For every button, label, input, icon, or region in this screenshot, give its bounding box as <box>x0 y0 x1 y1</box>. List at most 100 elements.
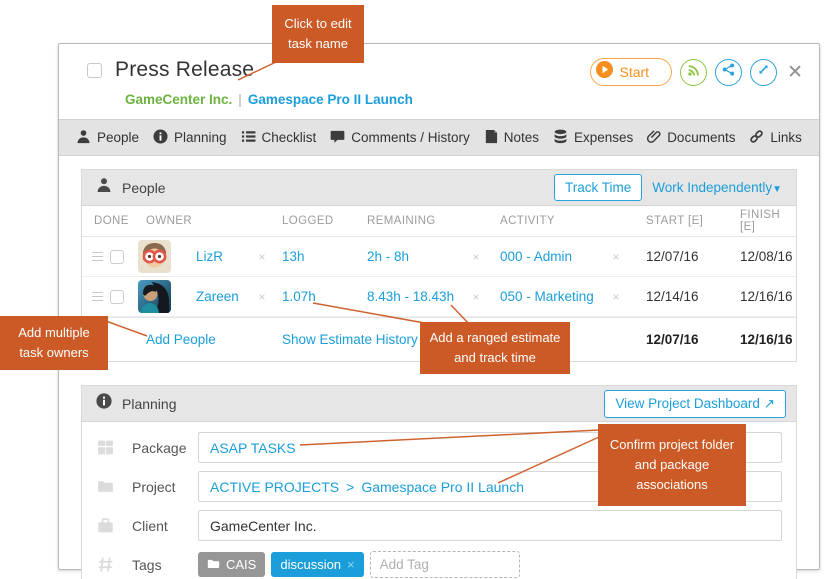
tags-field-row: Tags CAIS discussion × <box>92 549 782 579</box>
remaining-link[interactable]: 8.43h - 18.43h <box>367 289 454 304</box>
package-label: Package <box>118 440 198 456</box>
tag-discussion[interactable]: discussion × <box>271 552 363 577</box>
track-time-button[interactable]: Track Time <box>554 174 642 201</box>
breadcrumb-client-link[interactable]: GameCenter Inc. <box>125 92 232 107</box>
link-icon <box>749 129 764 147</box>
start-date[interactable]: 12/14/16 <box>628 289 714 304</box>
project-label: Project <box>118 479 198 495</box>
show-estimate-history-link[interactable]: Show Estimate History <box>282 332 418 347</box>
folder-icon <box>92 478 118 495</box>
tab-notes[interactable]: Notes <box>484 129 539 147</box>
finish-date[interactable]: 12/08/16 <box>714 249 796 264</box>
add-people-link[interactable]: Add People <box>146 332 216 347</box>
project-folder-link[interactable]: ACTIVE PROJECTS <box>210 479 339 495</box>
view-project-dashboard-button[interactable]: View Project Dashboard ↗ <box>604 390 786 418</box>
activity-link[interactable]: 000 - Admin <box>500 249 572 264</box>
col-activity: ACTIVITY <box>488 215 604 227</box>
avatar <box>138 240 171 273</box>
avatar <box>138 280 171 313</box>
callout-add-task-owners: Add multiple task owners <box>0 316 108 370</box>
tab-expenses[interactable]: Expenses <box>553 129 633 147</box>
rss-icon <box>687 63 701 82</box>
col-logged: LOGGED <box>274 215 354 227</box>
col-finish: FINISH [E] <box>714 209 796 233</box>
remove-estimate-icon[interactable]: × <box>464 290 488 304</box>
tab-links[interactable]: Links <box>749 129 802 147</box>
callout-confirm-project: Confirm project folder and package assoc… <box>598 424 746 506</box>
client-field-row: Client GameCenter Inc. <box>92 510 782 541</box>
remove-owner-icon[interactable]: × <box>250 290 274 304</box>
logged-link[interactable]: 13h <box>282 249 305 264</box>
work-mode-dropdown[interactable]: Work Independently▼ <box>652 180 786 195</box>
activity-link[interactable]: 050 - Marketing <box>500 289 594 304</box>
people-panel-title: People <box>122 180 166 196</box>
drag-handle-icon[interactable] <box>92 292 103 302</box>
tab-comments-history[interactable]: Comments / History <box>330 129 470 147</box>
tags-label: Tags <box>118 557 198 573</box>
play-icon <box>596 61 613 83</box>
external-link-icon: ↗ <box>764 396 775 411</box>
col-remaining: REMAINING <box>354 215 464 227</box>
tab-checklist[interactable]: Checklist <box>241 129 317 147</box>
remove-activity-icon[interactable]: × <box>604 290 628 304</box>
tab-documents[interactable]: Documents <box>647 129 735 147</box>
subscribe-button[interactable] <box>680 59 707 86</box>
tab-people[interactable]: People <box>76 129 139 147</box>
share-icon <box>722 63 735 81</box>
project-name-link[interactable]: Gamespace Pro II Launch <box>361 479 524 495</box>
checklist-icon <box>241 129 256 147</box>
paperclip-icon <box>647 129 661 147</box>
callout-edit-task-name: Click to edit task name <box>272 5 364 63</box>
task-title[interactable]: Press Release <box>115 58 254 82</box>
owner-link[interactable]: LizR <box>196 249 223 264</box>
total-finish-date: 12/16/16 <box>714 332 796 347</box>
remove-activity-icon[interactable]: × <box>604 250 628 264</box>
start-date[interactable]: 12/07/16 <box>628 249 714 264</box>
info-icon <box>96 393 112 414</box>
owner-link[interactable]: Zareen <box>196 289 239 304</box>
planning-panel-header: Planning View Project Dashboard ↗ <box>82 386 796 422</box>
table-row: LizR × 13h 2h - 8h × 000 - Admin × 12/07… <box>82 237 796 277</box>
tab-planning[interactable]: Planning <box>153 129 227 147</box>
row-done-checkbox[interactable] <box>110 250 124 264</box>
comment-icon <box>330 129 345 147</box>
breadcrumb: GameCenter Inc.|Gamespace Pro II Launch <box>125 92 803 107</box>
package-icon <box>92 439 118 456</box>
people-table-header: DONE OWNER LOGGED REMAINING ACTIVITY STA… <box>82 206 796 237</box>
drag-handle-icon[interactable] <box>92 252 103 262</box>
tab-bar: People Planning Checklist Comments / His… <box>59 119 819 156</box>
person-icon <box>96 177 112 198</box>
page: Press Release GameCenter Inc.|Gamespace … <box>0 0 833 579</box>
table-row: Zareen × 1.07h 8.43h - 18.43h × 050 - Ma… <box>82 277 796 317</box>
col-start: START [E] <box>628 215 714 227</box>
expand-button[interactable] <box>750 59 777 86</box>
col-owner: OWNER <box>138 215 250 227</box>
client-label: Client <box>118 518 198 534</box>
briefcase-icon <box>92 517 118 534</box>
remove-tag-icon[interactable]: × <box>347 557 355 572</box>
people-panel-header: People Track Time Work Independently▼ <box>82 170 796 206</box>
remaining-link[interactable]: 2h - 8h <box>367 249 409 264</box>
row-done-checkbox[interactable] <box>110 290 124 304</box>
add-tag-input[interactable] <box>370 551 520 578</box>
breadcrumb-project-link[interactable]: Gamespace Pro II Launch <box>248 92 413 107</box>
start-timer-button[interactable]: Start <box>590 58 673 86</box>
modal-header: Press Release GameCenter Inc.|Gamespace … <box>59 44 819 119</box>
callout-ranged-estimate: Add a ranged estimate and track time <box>420 322 570 374</box>
client-input[interactable]: GameCenter Inc. <box>198 510 782 541</box>
expand-icon <box>757 63 770 81</box>
chevron-down-icon: ▼ <box>772 184 782 195</box>
tag-cais[interactable]: CAIS <box>198 552 265 577</box>
logged-link[interactable]: 1.07h <box>282 289 316 304</box>
remove-owner-icon[interactable]: × <box>250 250 274 264</box>
finish-date[interactable]: 12/16/16 <box>714 289 796 304</box>
header-actions: Start ✕ <box>590 58 806 86</box>
close-icon[interactable]: ✕ <box>785 61 805 84</box>
task-complete-checkbox[interactable] <box>87 63 102 78</box>
person-icon <box>76 129 91 147</box>
hash-icon <box>92 556 118 573</box>
share-button[interactable] <box>715 59 742 86</box>
remove-estimate-icon[interactable]: × <box>464 250 488 264</box>
breadcrumb-separator: | <box>232 92 248 107</box>
folder-icon <box>207 557 220 572</box>
